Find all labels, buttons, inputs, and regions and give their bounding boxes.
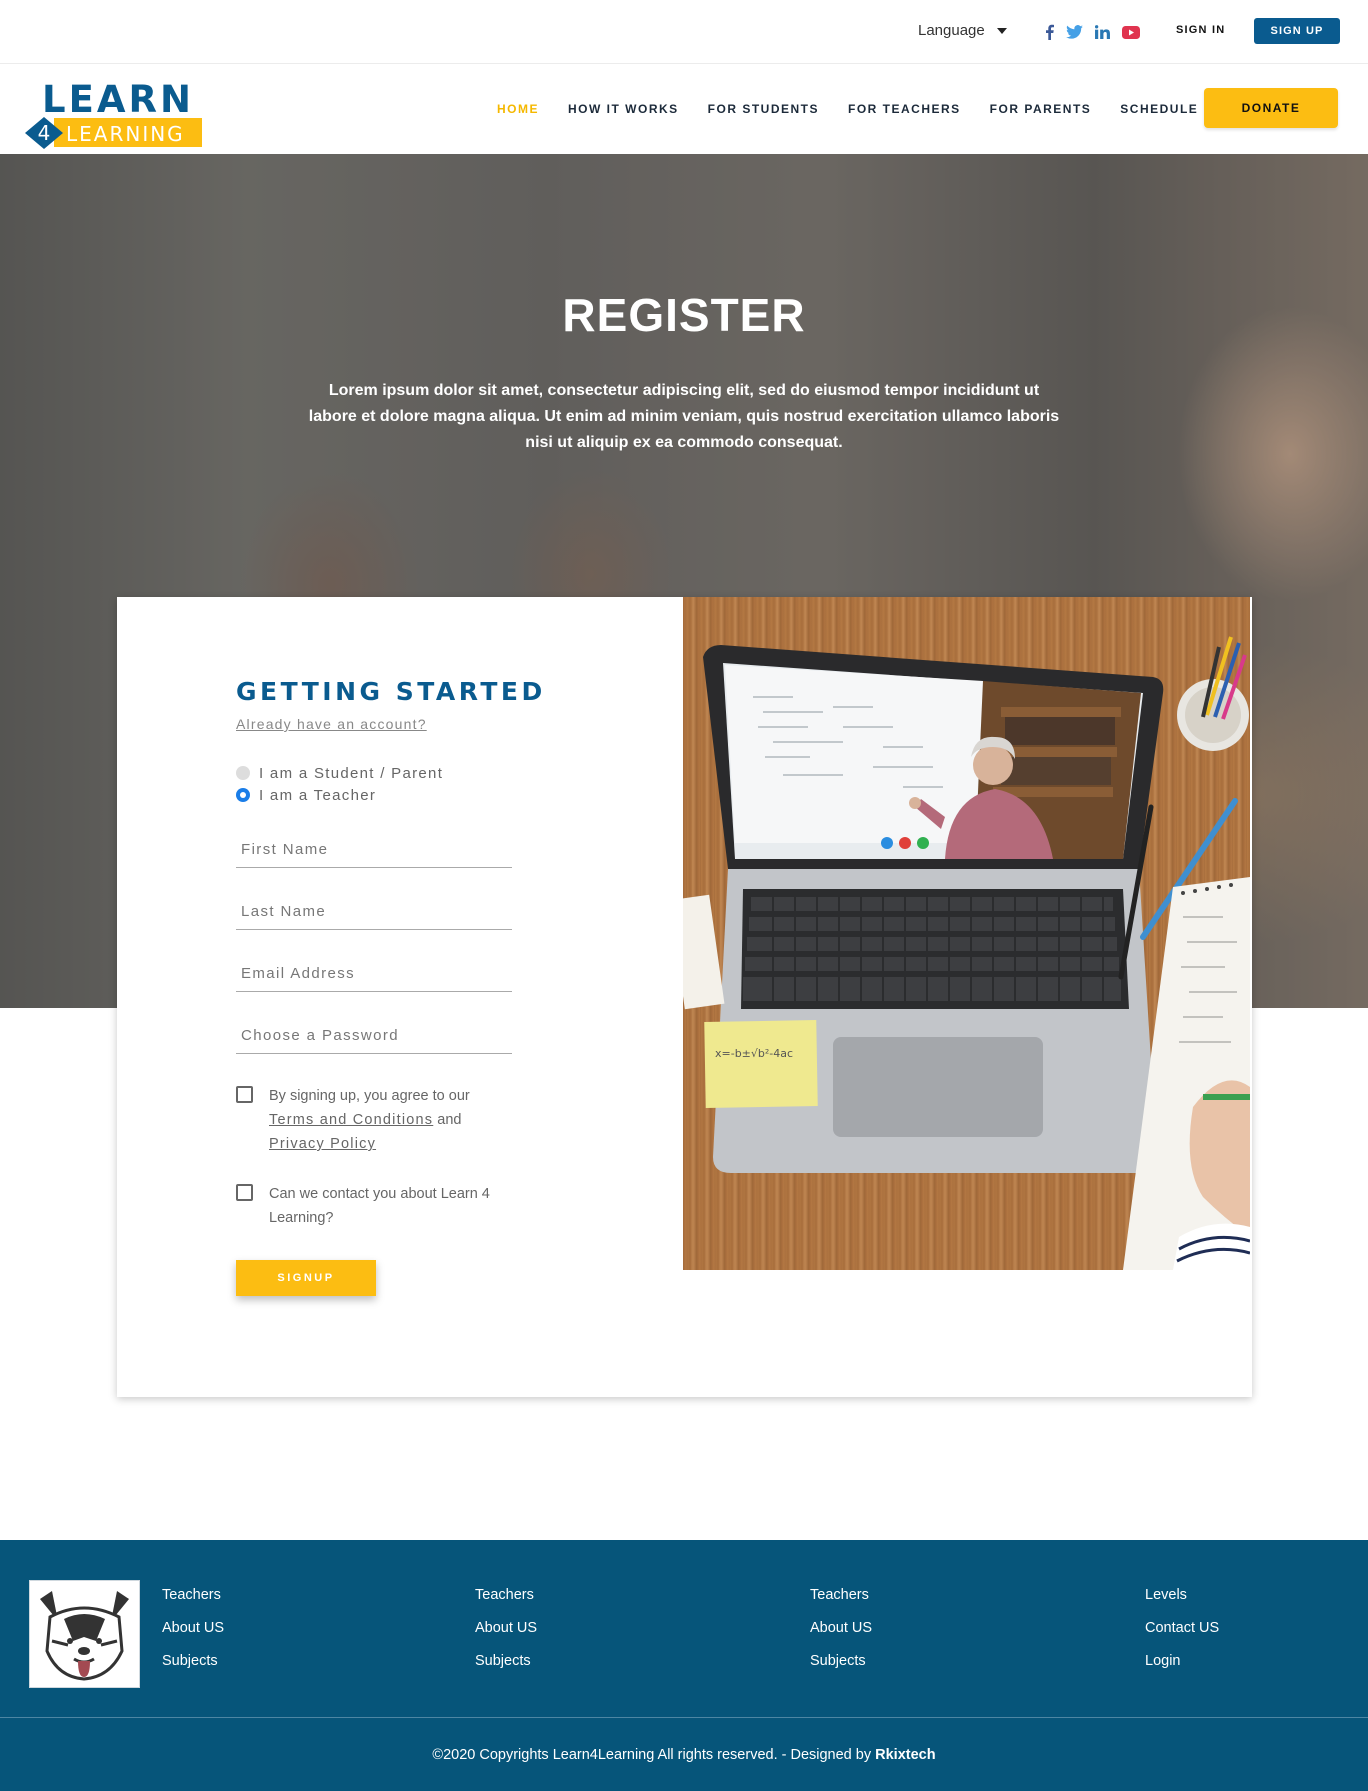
footer-link-contact[interactable]: Contact US	[1145, 1618, 1219, 1638]
register-card: GETTING STARTED Already have an account?…	[117, 597, 1252, 1397]
footer-column-3: Teachers About US Subjects	[810, 1585, 872, 1671]
sign-up-button[interactable]: SIGN UP	[1254, 18, 1340, 44]
utility-bar: Language SIGN IN SIGN UP	[0, 0, 1368, 64]
terms-checkbox-row: By signing up, you agree to our Terms an…	[236, 1084, 526, 1156]
linkedin-icon[interactable]	[1095, 22, 1110, 42]
radio-checked-icon[interactable]	[236, 788, 250, 802]
copyright-text: ©2020 Copyrights Learn4Learning All righ…	[0, 1747, 1368, 1763]
twitter-icon[interactable]	[1066, 22, 1083, 42]
nav-how-it-works[interactable]: HOW IT WORKS	[568, 102, 679, 116]
youtube-icon[interactable]	[1122, 22, 1140, 42]
nav-home[interactable]: HOME	[497, 102, 539, 116]
learn4learning-logo[interactable]: LEARN 4 LEARNING	[24, 78, 202, 150]
last-name-field	[236, 894, 512, 930]
language-label: Language	[918, 22, 985, 39]
footer-link-about[interactable]: About US	[162, 1618, 224, 1638]
terms-text: By signing up, you agree to our Terms an…	[269, 1084, 499, 1156]
radio-teacher[interactable]: I am a Teacher	[236, 784, 526, 806]
terms-checkbox[interactable]	[236, 1086, 253, 1103]
privacy-link[interactable]: Privacy Policy	[269, 1136, 376, 1152]
footer-link-about[interactable]: About US	[810, 1618, 872, 1638]
teacher-video-call-photo: x=-b±√b²-4ac	[683, 597, 1250, 1270]
nav-schedule[interactable]: SCHEDULE	[1120, 102, 1198, 116]
contact-text: Can we contact you about Learn 4 Learnin…	[269, 1186, 490, 1226]
radio-student-parent[interactable]: I am a Student / Parent	[236, 762, 526, 784]
social-links	[1045, 22, 1140, 42]
caret-down-icon	[996, 27, 1007, 34]
already-have-account-link[interactable]: Already have an account?	[236, 716, 427, 732]
radio-unchecked-icon[interactable]	[236, 766, 250, 780]
donate-button[interactable]: DONATE	[1204, 88, 1338, 128]
signup-submit-button[interactable]: SIGNUP	[236, 1260, 376, 1296]
first-name-field	[236, 832, 512, 868]
terms-link[interactable]: Terms and Conditions	[269, 1112, 433, 1128]
logo-number: 4	[38, 121, 51, 145]
logo-top-text: LEARN	[42, 80, 194, 121]
main-navbar: LEARN 4 LEARNING HOME HOW IT WORKS FOR S…	[0, 64, 1368, 154]
page-title: REGISTER	[562, 289, 806, 341]
radio-student-label: I am a Student / Parent	[259, 764, 444, 782]
radio-teacher-label: I am a Teacher	[259, 786, 377, 804]
hero-description: Lorem ipsum dolor sit amet, consectetur …	[308, 382, 1060, 451]
language-dropdown[interactable]: Language	[918, 22, 1007, 39]
form-title: GETTING STARTED	[236, 677, 546, 706]
footer-link-subjects[interactable]: Subjects	[810, 1651, 872, 1671]
footer-link-about[interactable]: About US	[475, 1618, 537, 1638]
email-input[interactable]	[236, 956, 512, 990]
site-footer: Teachers About US Subjects Teachers Abou…	[0, 1540, 1368, 1791]
svg-text:x=-b±√b²-4ac: x=-b±√b²-4ac	[715, 1047, 793, 1060]
first-name-input[interactable]	[236, 832, 512, 866]
role-radio-group: I am a Student / Parent I am a Teacher	[236, 762, 526, 806]
footer-link-login[interactable]: Login	[1145, 1651, 1219, 1671]
footer-column-1: Teachers About US Subjects	[162, 1585, 224, 1671]
designer-link[interactable]: Rkixtech	[875, 1747, 935, 1763]
footer-link-teachers[interactable]: Teachers	[810, 1585, 872, 1605]
password-input[interactable]	[236, 1018, 512, 1052]
terms-and: and	[437, 1112, 462, 1128]
contact-checkbox-row: Can we contact you about Learn 4 Learnin…	[236, 1182, 526, 1230]
nav-for-parents[interactable]: FOR PARENTS	[990, 102, 1092, 116]
footer-link-subjects[interactable]: Subjects	[162, 1651, 224, 1671]
facebook-icon[interactable]	[1045, 22, 1054, 42]
husky-logo[interactable]	[29, 1580, 140, 1688]
copyright-label: ©2020 Copyrights Learn4Learning All righ…	[432, 1747, 872, 1763]
primary-nav: HOME HOW IT WORKS FOR STUDENTS FOR TEACH…	[497, 102, 1227, 116]
nav-for-teachers[interactable]: FOR TEACHERS	[848, 102, 961, 116]
terms-prefix: By signing up, you agree to our	[269, 1088, 470, 1104]
email-field	[236, 956, 512, 992]
contact-checkbox[interactable]	[236, 1184, 253, 1201]
footer-link-teachers[interactable]: Teachers	[475, 1585, 537, 1605]
register-form: GETTING STARTED Already have an account?…	[236, 677, 546, 1296]
footer-column-4: Levels Contact US Login	[1145, 1585, 1219, 1671]
last-name-input[interactable]	[236, 894, 512, 928]
footer-link-levels[interactable]: Levels	[1145, 1585, 1219, 1605]
footer-link-subjects[interactable]: Subjects	[475, 1651, 537, 1671]
nav-for-students[interactable]: FOR STUDENTS	[708, 102, 819, 116]
sign-in-link[interactable]: SIGN IN	[1176, 24, 1225, 36]
password-field	[236, 1018, 512, 1054]
footer-divider	[0, 1717, 1368, 1718]
footer-column-2: Teachers About US Subjects	[475, 1585, 537, 1671]
logo-bottom-text: LEARNING	[66, 122, 185, 146]
footer-link-teachers[interactable]: Teachers	[162, 1585, 224, 1605]
